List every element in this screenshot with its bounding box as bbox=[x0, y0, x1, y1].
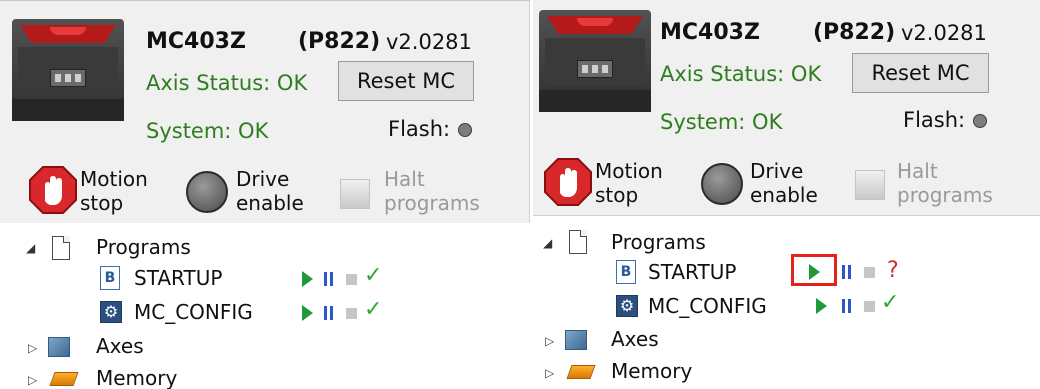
flash-indicator-icon bbox=[458, 123, 472, 137]
axes-label: Axes bbox=[96, 334, 144, 358]
drive-enable-indicator-icon bbox=[701, 163, 743, 205]
device-code: (P822) bbox=[813, 20, 896, 45]
stop-hand-icon bbox=[29, 166, 77, 214]
programs-label: Programs bbox=[611, 230, 706, 254]
play-icon[interactable] bbox=[809, 264, 820, 280]
pause-icon[interactable] bbox=[324, 272, 334, 286]
controller-panel-left: MC403Z (P822) v2.0281 Axis Status: OK Re… bbox=[0, 0, 530, 389]
pause-icon[interactable] bbox=[324, 306, 334, 320]
controller-header: MC403Z (P822) v2.0281 Axis Status: OK Re… bbox=[533, 0, 1040, 216]
device-model: MC403Z bbox=[660, 20, 760, 45]
motion-stop-label-2: stop bbox=[595, 183, 639, 207]
halt-programs-label-1: Halt bbox=[897, 159, 938, 183]
basic-program-icon: B bbox=[100, 266, 120, 290]
programs-folder-icon bbox=[52, 236, 70, 260]
device-code: (P822) bbox=[298, 29, 381, 54]
status-question: ? bbox=[887, 258, 899, 283]
program-name: STARTUP bbox=[134, 266, 223, 290]
motion-stop-label-1: Motion bbox=[80, 167, 148, 191]
expand-closed-icon[interactable]: ▷ bbox=[545, 366, 554, 380]
controller-header: MC403Z (P822) v2.0281 Axis Status: OK Re… bbox=[0, 0, 530, 224]
pause-icon[interactable] bbox=[842, 299, 852, 313]
controller-device-image bbox=[12, 19, 124, 121]
play-icon[interactable] bbox=[302, 305, 313, 321]
checkmark-icon: ✓ bbox=[881, 290, 900, 315]
axis-status: Axis Status: OK bbox=[146, 71, 308, 95]
drive-enable-label-2: enable bbox=[236, 191, 304, 215]
halt-programs-label-2: programs bbox=[897, 183, 993, 207]
motion-stop-label-1: Motion bbox=[595, 159, 663, 183]
stop-square-icon[interactable] bbox=[346, 274, 357, 285]
system-status: System: OK bbox=[146, 119, 269, 143]
stop-square-icon[interactable] bbox=[346, 308, 357, 319]
memory-icon bbox=[566, 365, 596, 379]
flash-label: Flash: bbox=[903, 108, 966, 132]
halt-programs-icon bbox=[340, 179, 370, 209]
stop-hand-icon bbox=[544, 158, 592, 206]
axis-status: Axis Status: OK bbox=[660, 62, 822, 86]
stop-square-icon[interactable] bbox=[864, 267, 875, 278]
expand-closed-icon[interactable]: ▷ bbox=[28, 373, 37, 387]
flash-label: Flash: bbox=[388, 117, 451, 141]
reset-mc-button[interactable]: Reset MC bbox=[338, 61, 474, 101]
basic-program-icon: B bbox=[616, 260, 636, 284]
play-icon[interactable] bbox=[816, 298, 827, 314]
halt-programs-icon bbox=[855, 170, 885, 200]
project-tree: ◢ Programs B STARTUP ? ⚙ MC_CONFIG ✓ ▷ A… bbox=[533, 216, 1040, 389]
axes-label: Axes bbox=[611, 327, 659, 351]
memory-icon bbox=[49, 372, 79, 386]
expand-closed-icon[interactable]: ▷ bbox=[28, 341, 37, 355]
expand-open-icon[interactable]: ◢ bbox=[543, 236, 552, 250]
halt-programs-label-1: Halt bbox=[384, 167, 425, 191]
program-name: MC_CONFIG bbox=[134, 300, 253, 324]
drive-enable-label-2: enable bbox=[750, 183, 818, 207]
program-name: MC_CONFIG bbox=[648, 294, 767, 318]
pause-icon[interactable] bbox=[842, 265, 852, 279]
programs-label: Programs bbox=[96, 235, 191, 259]
controller-device-image bbox=[539, 10, 651, 112]
memory-label: Memory bbox=[611, 359, 693, 383]
config-gear-icon: ⚙ bbox=[100, 301, 122, 323]
play-icon[interactable] bbox=[302, 271, 313, 287]
drive-enable-label-1: Drive bbox=[236, 167, 290, 191]
checkmark-icon: ✓ bbox=[364, 297, 383, 322]
motion-stop-label-2: stop bbox=[80, 191, 124, 215]
programs-folder-icon bbox=[569, 230, 587, 254]
reset-mc-button[interactable]: Reset MC bbox=[852, 53, 989, 93]
config-gear-icon: ⚙ bbox=[616, 295, 638, 317]
program-name: STARTUP bbox=[648, 260, 737, 284]
checkmark-icon: ✓ bbox=[364, 263, 383, 288]
expand-closed-icon[interactable]: ▷ bbox=[545, 334, 554, 348]
drive-enable-label-1: Drive bbox=[750, 159, 804, 183]
expand-open-icon[interactable]: ◢ bbox=[26, 241, 35, 255]
system-status: System: OK bbox=[660, 110, 783, 134]
controller-panel-right: MC403Z (P822) v2.0281 Axis Status: OK Re… bbox=[533, 0, 1040, 389]
flash-indicator-icon bbox=[973, 114, 987, 128]
stop-square-icon[interactable] bbox=[864, 301, 875, 312]
device-model: MC403Z bbox=[146, 29, 246, 54]
project-tree: ◢ Programs B STARTUP ✓ ⚙ MC_CONFIG ✓ ▷ A… bbox=[0, 223, 530, 389]
axes-icon bbox=[48, 337, 70, 357]
memory-label: Memory bbox=[96, 366, 178, 389]
device-version: v2.0281 bbox=[386, 30, 472, 54]
halt-programs-label-2: programs bbox=[384, 191, 480, 215]
drive-enable-indicator-icon bbox=[186, 171, 228, 213]
device-version: v2.0281 bbox=[901, 21, 987, 45]
axes-icon bbox=[565, 330, 587, 350]
